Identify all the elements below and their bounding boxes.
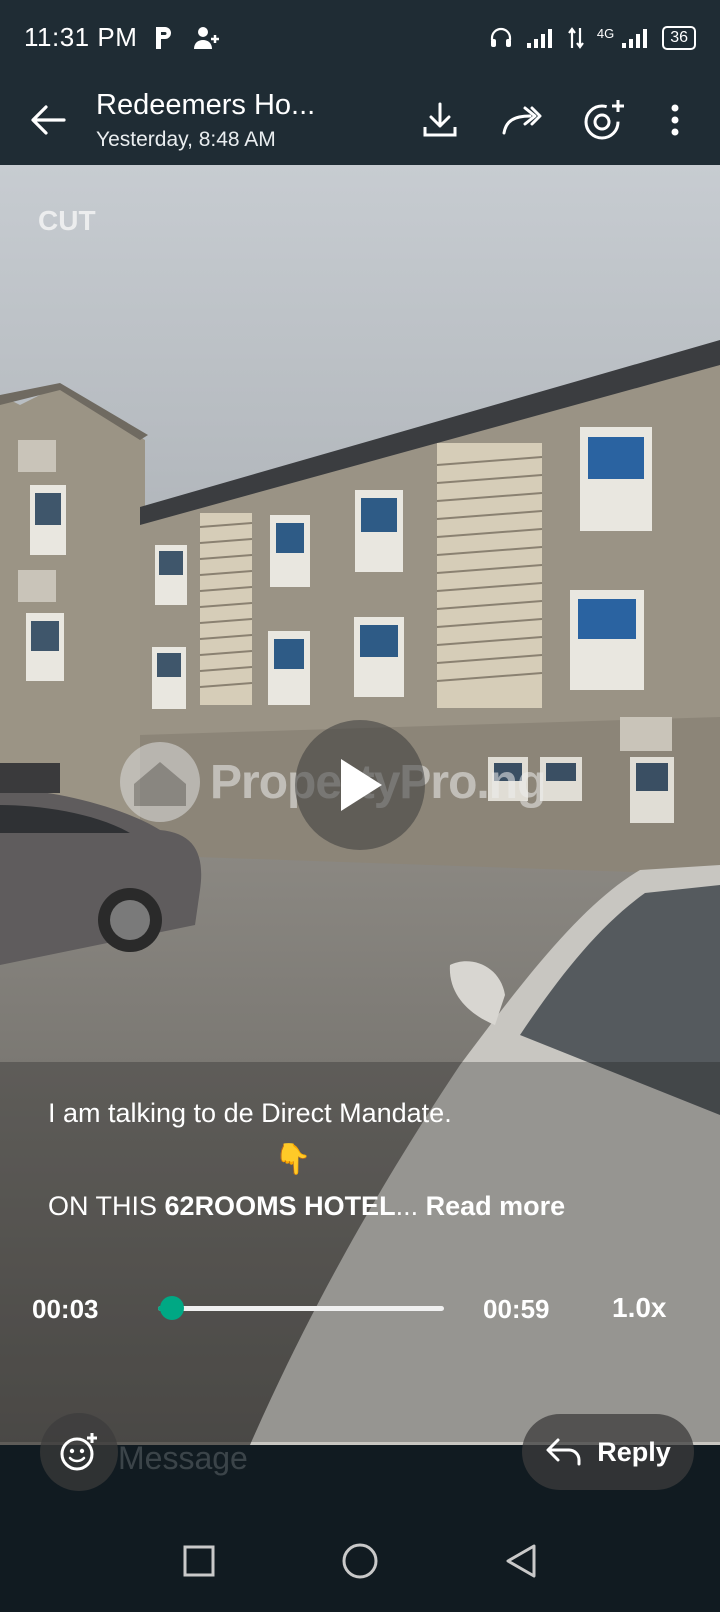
status-ring-icon — [584, 100, 624, 140]
reply-label: Reply — [597, 1436, 671, 1467]
status-share-button[interactable] — [578, 94, 630, 146]
read-more-link[interactable]: Read more — [426, 1191, 566, 1221]
chat-title: Redeemers Ho... — [96, 88, 316, 121]
caption-line-2: ON THIS 62ROOMS HOTEL... Read more — [48, 1191, 565, 1222]
progress-bar[interactable] — [158, 1296, 444, 1320]
current-time: 00:03 — [32, 1294, 99, 1324]
playback-speed-button[interactable]: 1.0x — [612, 1292, 667, 1324]
signal-4g-icon — [622, 28, 648, 48]
download-button[interactable] — [414, 94, 466, 146]
back-button[interactable] — [0, 75, 96, 165]
back-arrow-icon — [31, 105, 66, 135]
caption-prefix: ON THIS — [48, 1191, 165, 1221]
add-person-icon — [194, 26, 220, 49]
reply-icon — [546, 1438, 581, 1466]
viewer-header: Redeemers Ho... Yesterday, 8:48 AM — [0, 75, 720, 165]
play-button[interactable] — [295, 720, 425, 850]
message-timestamp: Yesterday, 8:48 AM — [96, 127, 276, 151]
signal-icon — [526, 28, 552, 48]
caption-line-1: I am talking to de Direct Mandate. — [48, 1098, 452, 1128]
nav-circle-icon[interactable] — [341, 1542, 379, 1580]
status-bar: 11:31 PM 4G 36 — [0, 0, 720, 75]
more-icon — [671, 104, 679, 136]
status-right-icons: 4G 36 — [489, 25, 696, 50]
nav-back-icon[interactable] — [504, 1543, 538, 1579]
pointing-down-emoji: 👇 — [274, 1143, 312, 1176]
parking-icon — [156, 26, 172, 49]
caption-bold: 62ROOMS HOTEL — [164, 1191, 396, 1221]
emoji-button[interactable] — [40, 1413, 118, 1491]
system-nav-bar — [0, 1510, 720, 1612]
play-icon — [341, 759, 382, 811]
download-icon — [423, 102, 457, 137]
reply-button[interactable]: Reply — [522, 1414, 694, 1490]
nav-square-icon[interactable] — [182, 1544, 216, 1578]
more-options-button[interactable] — [660, 94, 690, 146]
network-type: 4G — [596, 25, 615, 41]
capcut-badge: CUT — [38, 205, 96, 236]
battery-indicator: 36 — [662, 25, 696, 50]
house-logo-icon — [120, 742, 200, 822]
forward-icon — [502, 106, 542, 135]
header-actions — [414, 94, 720, 146]
forward-button[interactable] — [496, 94, 548, 146]
headset-icon — [490, 27, 511, 47]
status-left-icons — [153, 25, 221, 51]
caption-ellipsis: ... — [395, 1191, 419, 1221]
message-placeholder: Message — [118, 1440, 248, 1476]
total-time: 00:59 — [483, 1294, 550, 1324]
status-time: 11:31 PM — [24, 22, 138, 52]
header-titles: Redeemers Ho... Yesterday, 8:48 AM — [96, 89, 414, 152]
data-arrows-icon — [567, 26, 584, 49]
emoji-add-icon — [60, 1433, 97, 1471]
